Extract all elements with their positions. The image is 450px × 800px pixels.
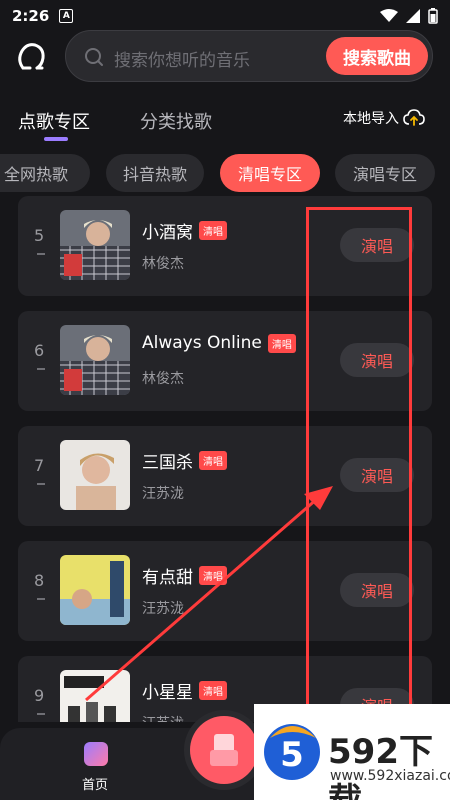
artist-name: 林俊杰 [142,371,184,387]
acapella-tag: 清唱 [199,221,227,240]
title-row: 三国杀 清唱 [142,448,227,473]
rank-change-indicator [37,483,45,485]
rank-number: 8 [34,571,45,590]
song-title: 小星星 [142,683,193,703]
battery-icon [428,8,438,24]
rank-number: 9 [34,686,45,705]
chip-douyin-hot[interactable]: 抖音热歌 [106,154,204,192]
search-button[interactable]: 搜索歌曲 [326,37,428,75]
song-title: 小酒窝 [142,223,193,243]
acapella-tag: 清唱 [199,566,227,585]
album-cover [60,440,130,510]
chip-performance[interactable]: 演唱专区 [335,154,435,192]
title-row: Always Online 清唱 [142,333,296,353]
title-row: 有点甜 清唱 [142,563,227,588]
watermark-title: 592下载 [328,732,433,800]
search-placeholder: 搜索你想听的音乐 [114,51,250,71]
tab-indicator [44,137,68,141]
svg-text:5: 5 [280,735,304,775]
album-cover [60,555,130,625]
acapella-tag: 清唱 [267,333,296,353]
album-cover [60,210,130,280]
rank-change-indicator [37,598,45,600]
title-row: 小酒窝 清唱 [142,218,227,243]
category-chips: 全网热歌 抖音热歌 清唱专区 演唱专区 [0,154,450,194]
cloud-upload-icon [403,109,425,126]
signal-icon [406,9,420,23]
top-tabs: 点歌专区 分类找歌 本地导入 [0,104,450,144]
rank-change-indicator [37,713,45,715]
rank-change-indicator [37,368,45,370]
tab-song-request[interactable]: 点歌专区 [18,108,90,134]
song-title: 三国杀 [142,453,193,473]
list-item[interactable]: 5 小酒窝 清唱 林俊杰 演唱 [18,196,432,296]
watermark-logo-icon: 5 [264,724,320,780]
acapella-tag: 清唱 [199,681,227,700]
song-title: Always Online [142,333,262,353]
sing-button[interactable]: 演唱 [340,343,414,377]
artist-name: 汪苏泷 [142,486,184,502]
album-cover [60,325,130,395]
artist-name: 汪苏泷 [142,713,184,722]
rank-change-indicator [37,253,45,255]
status-icons [380,8,438,24]
nav-home-label[interactable]: 首页 [82,774,108,793]
sing-button[interactable]: 演唱 [340,573,414,607]
rank-number: 6 [34,341,45,360]
record-icon [210,734,238,766]
app-indicator-icon: A [59,9,74,23]
chip-acapella[interactable]: 清唱专区 [220,154,320,192]
header: 搜索你想听的音乐 搜索歌曲 [0,30,450,86]
local-import-label: 本地导入 [343,111,399,127]
app-logo-icon[interactable] [14,40,48,74]
song-list: 5 小酒窝 清唱 林俊杰 演唱 6 Always Online 清唱 林俊杰 演… [0,196,450,722]
list-item[interactable]: 6 Always Online 清唱 林俊杰 演唱 [18,311,432,411]
sing-button[interactable]: 演唱 [340,458,414,492]
watermark: 5 592下载 www.592xiazai.com [254,704,450,800]
acapella-tag: 清唱 [199,451,227,470]
search-input[interactable]: 搜索你想听的音乐 搜索歌曲 [65,30,433,82]
status-bar: 2:26 A [0,0,450,32]
list-item[interactable]: 7 三国杀 清唱 汪苏泷 演唱 [18,426,432,526]
album-cover [60,670,130,722]
tab-category-search[interactable]: 分类找歌 [140,108,212,134]
chip-all-hot[interactable]: 全网热歌 [0,154,90,192]
sing-button[interactable]: 演唱 [340,228,414,262]
title-row: 小星星 清唱 [142,678,227,703]
record-button[interactable] [190,716,258,784]
watermark-url: www.592xiazai.com [330,768,450,784]
status-time: 2:26 [12,7,50,25]
home-icon[interactable] [84,742,108,766]
rank-number: 5 [34,226,45,245]
rank-number: 7 [34,456,45,475]
wifi-icon [380,9,398,22]
artist-name: 汪苏泷 [142,601,184,617]
local-import-button[interactable]: 本地导入 [343,108,425,128]
search-icon [85,48,103,66]
list-item[interactable]: 8 有点甜 清唱 汪苏泷 演唱 [18,541,432,641]
song-title: 有点甜 [142,568,193,588]
artist-name: 林俊杰 [142,256,184,272]
